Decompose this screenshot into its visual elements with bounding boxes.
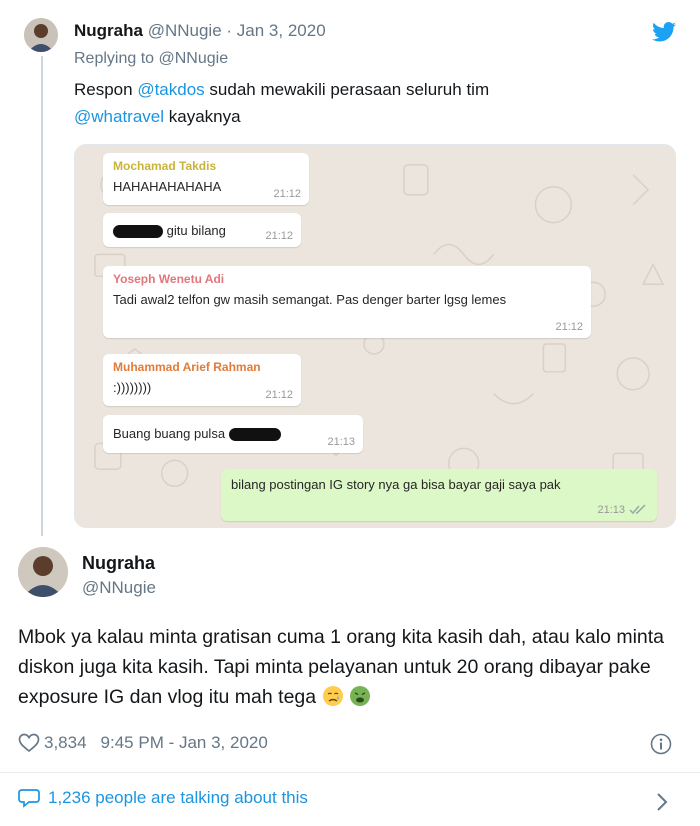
chat-message: Muhammad Arief Rahman :)))))))) 21:12: [103, 354, 301, 406]
conversation-count-text: 1,236 people are talking about this: [48, 788, 308, 807]
avatar[interactable]: [24, 18, 58, 52]
replying-mention[interactable]: @NNugie: [159, 50, 229, 67]
message-text: HAHAHAHAHAHA: [113, 179, 222, 194]
text-part: kayaknya: [164, 107, 241, 126]
reply-header: Nugraha @NNugie · Jan 3, 2020: [74, 21, 326, 41]
like-count[interactable]: 3,834: [44, 733, 87, 753]
reply-tweet[interactable]: Nugraha @NNugie · Jan 3, 2020 Replying t…: [0, 0, 700, 540]
message-text: Tadi awal2 telfon gw masih semangat. Pas…: [113, 292, 507, 307]
nauseated-face-emoji: [349, 686, 370, 706]
message-text: bilang postingan IG story nya ga bisa ba…: [231, 477, 561, 492]
message-sender: Mochamad Takdis: [113, 159, 217, 173]
message-text: gitu bilang: [166, 223, 226, 238]
message-text: :)))))))): [113, 380, 152, 395]
message-time: 21:12: [555, 321, 583, 333]
mention-link[interactable]: @whatravel: [74, 107, 164, 126]
tweet-timestamp[interactable]: 9:45 PM - Jan 3, 2020: [101, 733, 268, 753]
comment-icon: [18, 789, 40, 808]
author-handle[interactable]: @NNugie: [82, 578, 156, 598]
message-text: Buang buang pulsa: [113, 426, 226, 441]
reply-text: Respon @takdos sudah mewakili perasaan s…: [74, 76, 614, 130]
author-name[interactable]: Nugraha: [74, 21, 143, 40]
message-time: 21:12: [265, 230, 293, 242]
redaction-mark: [113, 225, 163, 239]
message-sender: Muhammad Arief Rahman: [113, 360, 261, 374]
message-time: 21:13: [327, 436, 355, 448]
tweet-meta: 3,834 9:45 PM - Jan 3, 2020: [18, 733, 268, 753]
tweet-text: Mbok ya kalau minta gratisan cuma 1 oran…: [18, 622, 682, 712]
author-handle[interactable]: @NNugie: [148, 21, 222, 40]
message-time: 21:12: [273, 188, 301, 200]
text-part: sudah mewakili perasaan seluruh tim: [204, 80, 490, 99]
chevron-right-icon[interactable]: [656, 792, 668, 812]
chat-screenshot-image[interactable]: Mochamad Takdis HAHAHAHAHAHA 21:12 gitu …: [74, 144, 676, 528]
info-icon[interactable]: [650, 733, 672, 755]
replying-to: Replying to @NNugie: [74, 50, 228, 68]
heart-icon[interactable]: [18, 733, 40, 753]
message-body: Buang buang pulsa: [113, 424, 353, 443]
separator: ·: [226, 21, 233, 40]
message-time: 21:13: [597, 504, 625, 516]
avatar[interactable]: [18, 547, 68, 597]
message-sender: Yoseph Wenetu Adi: [113, 272, 225, 286]
thread-connector-line: [41, 56, 43, 536]
chat-message-outgoing: bilang postingan IG story nya ga bisa ba…: [221, 469, 657, 521]
chat-message: gitu bilang 21:12: [103, 213, 301, 247]
text-part: Respon: [74, 80, 138, 99]
double-check-icon: [629, 504, 646, 515]
message-time: 21:12: [265, 389, 293, 401]
divider: [0, 772, 700, 773]
conversation-link[interactable]: 1,236 people are talking about this: [18, 788, 308, 808]
replying-prefix: Replying to: [74, 50, 159, 67]
twitter-bird-icon[interactable]: [652, 22, 676, 42]
mention-link[interactable]: @takdos: [137, 80, 204, 99]
tweet-date[interactable]: Jan 3, 2020: [237, 21, 326, 40]
chat-message: Mochamad Takdis HAHAHAHAHAHA 21:12: [103, 153, 309, 205]
author-name[interactable]: Nugraha: [82, 553, 155, 574]
message-body: gitu bilang: [113, 221, 291, 240]
redaction-mark: [228, 428, 281, 442]
disappointed-face-emoji: [322, 686, 343, 706]
chat-message: Yoseph Wenetu Adi Tadi awal2 telfon gw m…: [103, 266, 591, 338]
chat-message: Buang buang pulsa 21:13: [103, 415, 363, 453]
